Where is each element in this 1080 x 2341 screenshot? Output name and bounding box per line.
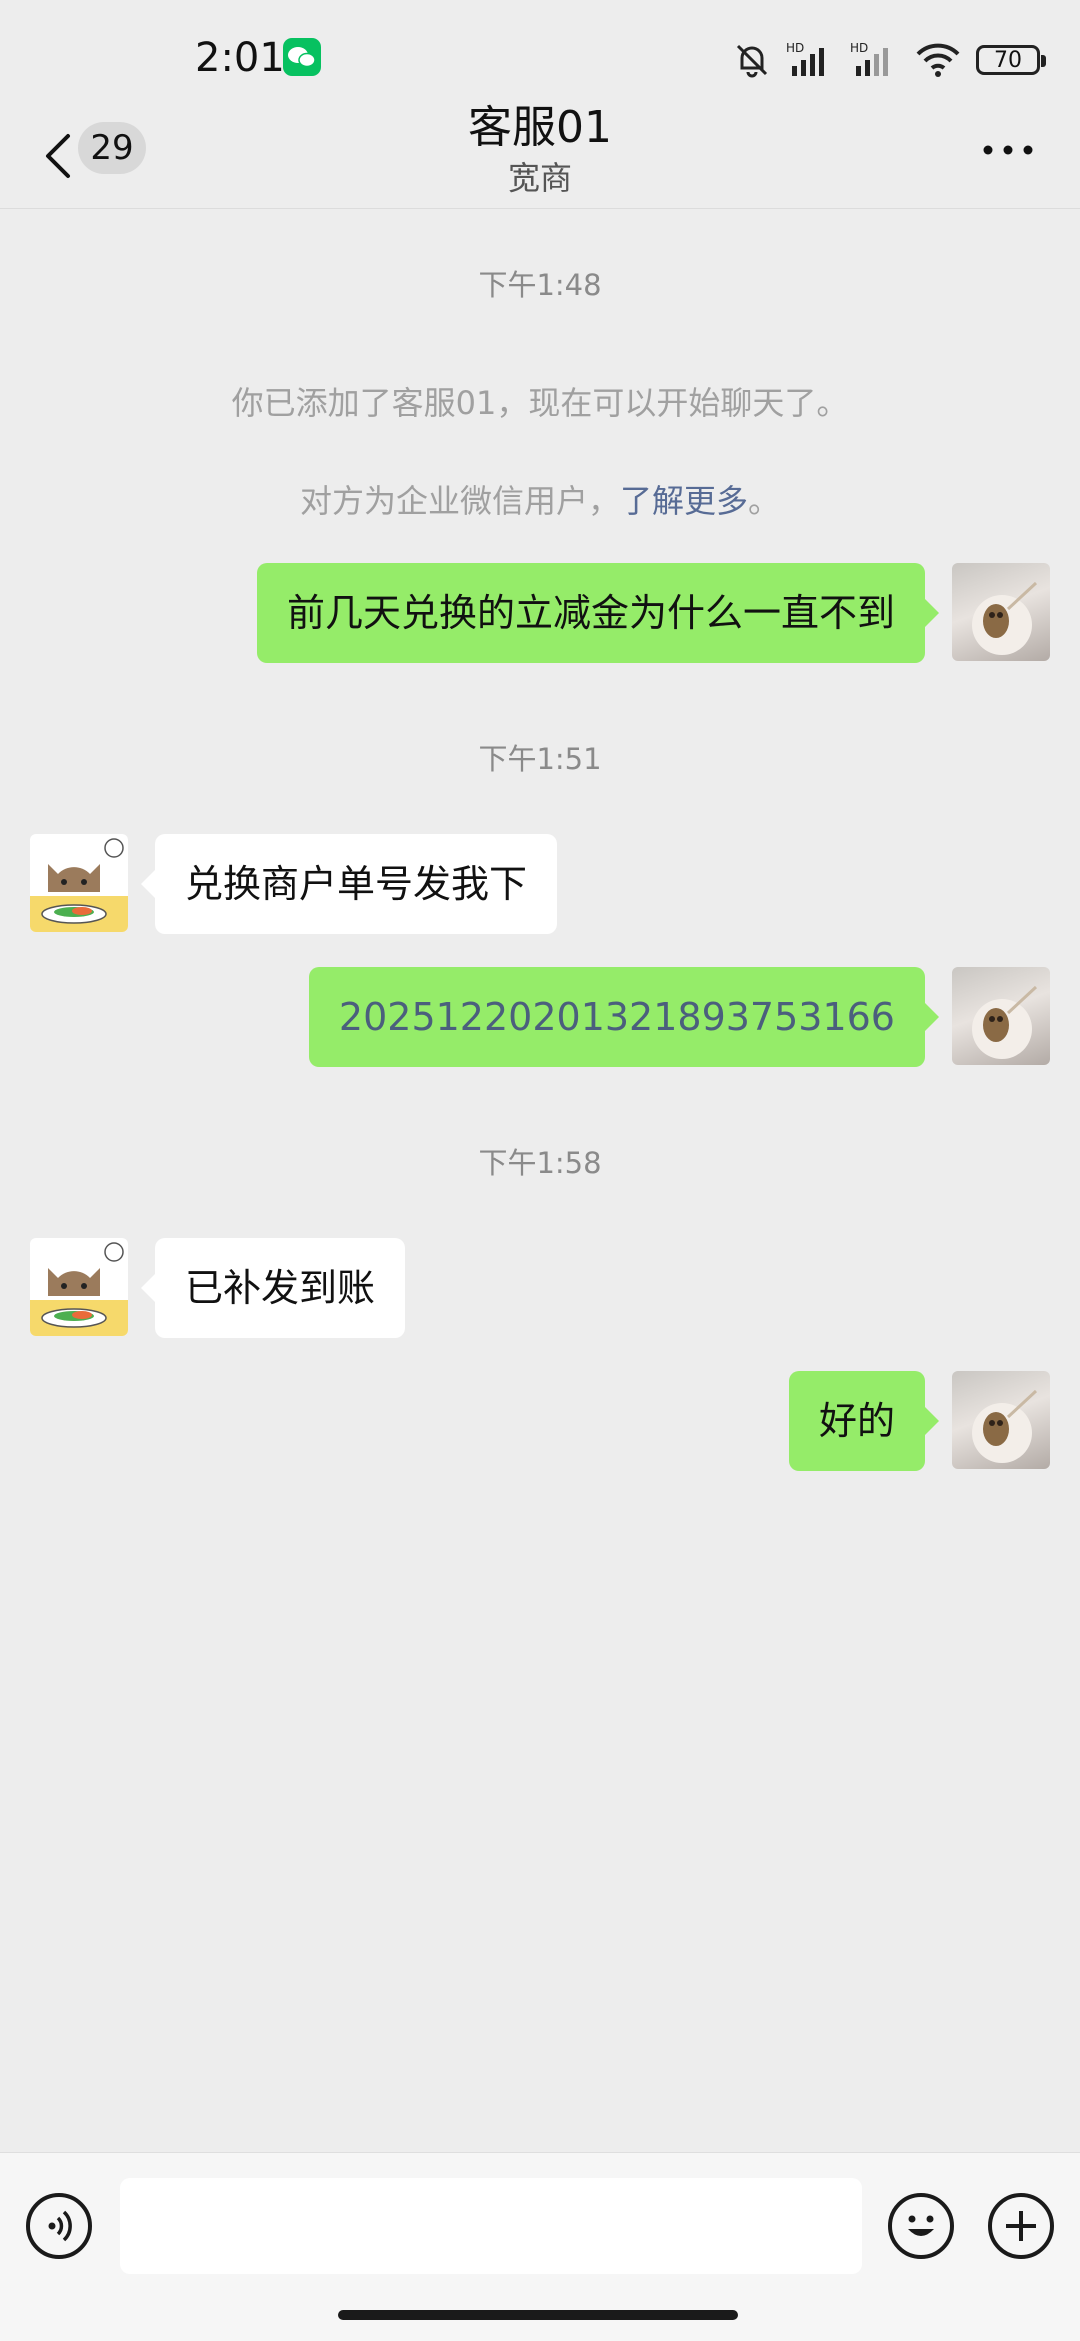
my-avatar[interactable] xyxy=(952,967,1050,1065)
wifi-icon xyxy=(916,43,960,77)
wechat-icon xyxy=(283,38,321,76)
chat-title: 客服01 xyxy=(468,102,612,153)
chat-subtitle: 宽商 xyxy=(507,159,572,197)
system-message-text: 对方为企业微信用户， xyxy=(299,482,620,520)
emoji-button[interactable] xyxy=(888,2193,954,2259)
home-indicator[interactable] xyxy=(338,2310,738,2320)
more-functions-button[interactable] xyxy=(988,2193,1054,2259)
my-avatar[interactable] xyxy=(952,563,1050,661)
system-message-enterprise: 对方为企业微信用户，了解更多。 xyxy=(0,476,1080,522)
message-bubble-sent[interactable]: 好的 xyxy=(788,1371,940,1471)
mute-bell-icon xyxy=(736,44,768,78)
service-avatar[interactable] xyxy=(30,834,128,932)
status-time: 2:01 xyxy=(195,35,285,81)
timestamp: 下午1:58 xyxy=(478,1146,602,1180)
message-bubble-sent[interactable]: 前几天兑换的立减金为什么一直不到 xyxy=(256,563,940,663)
plus-icon xyxy=(1006,2211,1036,2241)
message-bubble-sent[interactable]: 2025122020132189375316​6 xyxy=(308,967,940,1067)
message-bubble-received[interactable]: 已补发到账 xyxy=(140,1238,406,1338)
message-bubble-received[interactable]: 兑换商户单号发我下 xyxy=(140,834,558,934)
battery-level: 70 xyxy=(994,47,1022,73)
timestamp: 下午1:51 xyxy=(478,742,602,776)
smiley-icon xyxy=(908,2215,934,2236)
svg-text:HD: HD xyxy=(850,41,868,55)
service-avatar[interactable] xyxy=(30,1238,128,1336)
system-message-suffix: 。 xyxy=(748,482,781,520)
message-input[interactable] xyxy=(120,2178,862,2274)
learn-more-link[interactable]: 了解更多 xyxy=(620,482,748,520)
voice-icon xyxy=(48,2210,72,2242)
svg-text:HD: HD xyxy=(786,41,804,55)
hd-signal-icon: HD xyxy=(786,41,824,76)
timestamp: 下午1:48 xyxy=(478,268,602,302)
system-message: 你已添加了客服01，现在可以开始聊天了。 xyxy=(231,384,849,422)
status-icons: HD HD 70 xyxy=(732,32,1046,88)
more-options-icon[interactable] xyxy=(980,138,1036,162)
voice-input-button[interactable] xyxy=(26,2193,92,2259)
hd-signal-icon: HD xyxy=(850,41,888,76)
my-avatar[interactable] xyxy=(952,1371,1050,1469)
battery-icon: 70 xyxy=(976,45,1046,75)
